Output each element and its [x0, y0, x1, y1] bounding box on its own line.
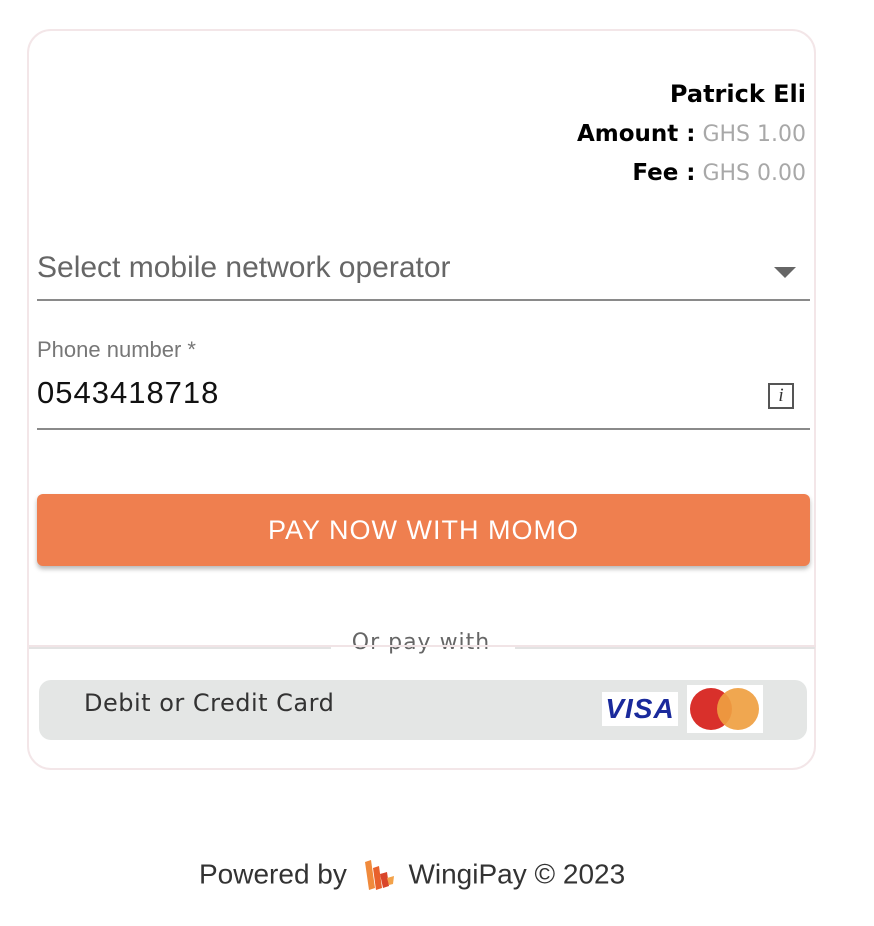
wingipay-brand-text: WingiPay © 2023: [408, 858, 626, 890]
payment-card: Patrick Eli Amount : GHS 1.00 Fee : GHS …: [27, 29, 816, 770]
amount-value: GHS 1.00: [702, 122, 806, 147]
mastercard-orange-circle: [717, 688, 759, 730]
divider-line-left: [29, 647, 331, 649]
card-option-label: Debit or Credit Card: [84, 689, 335, 717]
visa-logo: VISA: [602, 692, 678, 726]
or-pay-with-divider: Or pay with: [29, 630, 815, 670]
or-pay-with-text: Or pay with: [351, 630, 491, 655]
debit-credit-card-option[interactable]: Debit or Credit Card VISA: [39, 680, 807, 740]
phone-number-label: Phone number *: [37, 337, 196, 362]
fee-row: Fee : GHS 0.00: [577, 153, 806, 192]
powered-by-text: Powered by: [199, 858, 347, 890]
divider-line-right: [515, 647, 815, 649]
footer: Powered by WingiPay © 2023: [199, 857, 625, 892]
amount-row: Amount : GHS 1.00: [577, 114, 806, 153]
section-divider: [29, 645, 816, 647]
wingipay-logo-icon: [364, 859, 394, 890]
amount-label: Amount :: [576, 121, 696, 147]
network-operator-placeholder: Select mobile network operator: [37, 251, 451, 284]
payer-name: Patrick Eli: [669, 80, 806, 108]
fee-value: GHS 0.00: [702, 161, 806, 186]
mastercard-logo: [687, 685, 763, 733]
phone-number-input[interactable]: 0543418718: [37, 375, 219, 411]
chevron-down-icon[interactable]: [774, 267, 796, 278]
pay-now-momo-button[interactable]: PAY NOW WITH MOMO: [37, 494, 810, 566]
payment-summary: Patrick Eli Amount : GHS 1.00 Fee : GHS …: [577, 75, 806, 192]
info-icon[interactable]: i: [768, 383, 794, 409]
phone-number-field[interactable]: Phone number * 0543418718 i: [37, 331, 810, 430]
payer-name-row: Patrick Eli: [577, 75, 806, 114]
fee-label: Fee :: [632, 160, 696, 186]
network-operator-select[interactable]: Select mobile network operator: [37, 243, 810, 301]
